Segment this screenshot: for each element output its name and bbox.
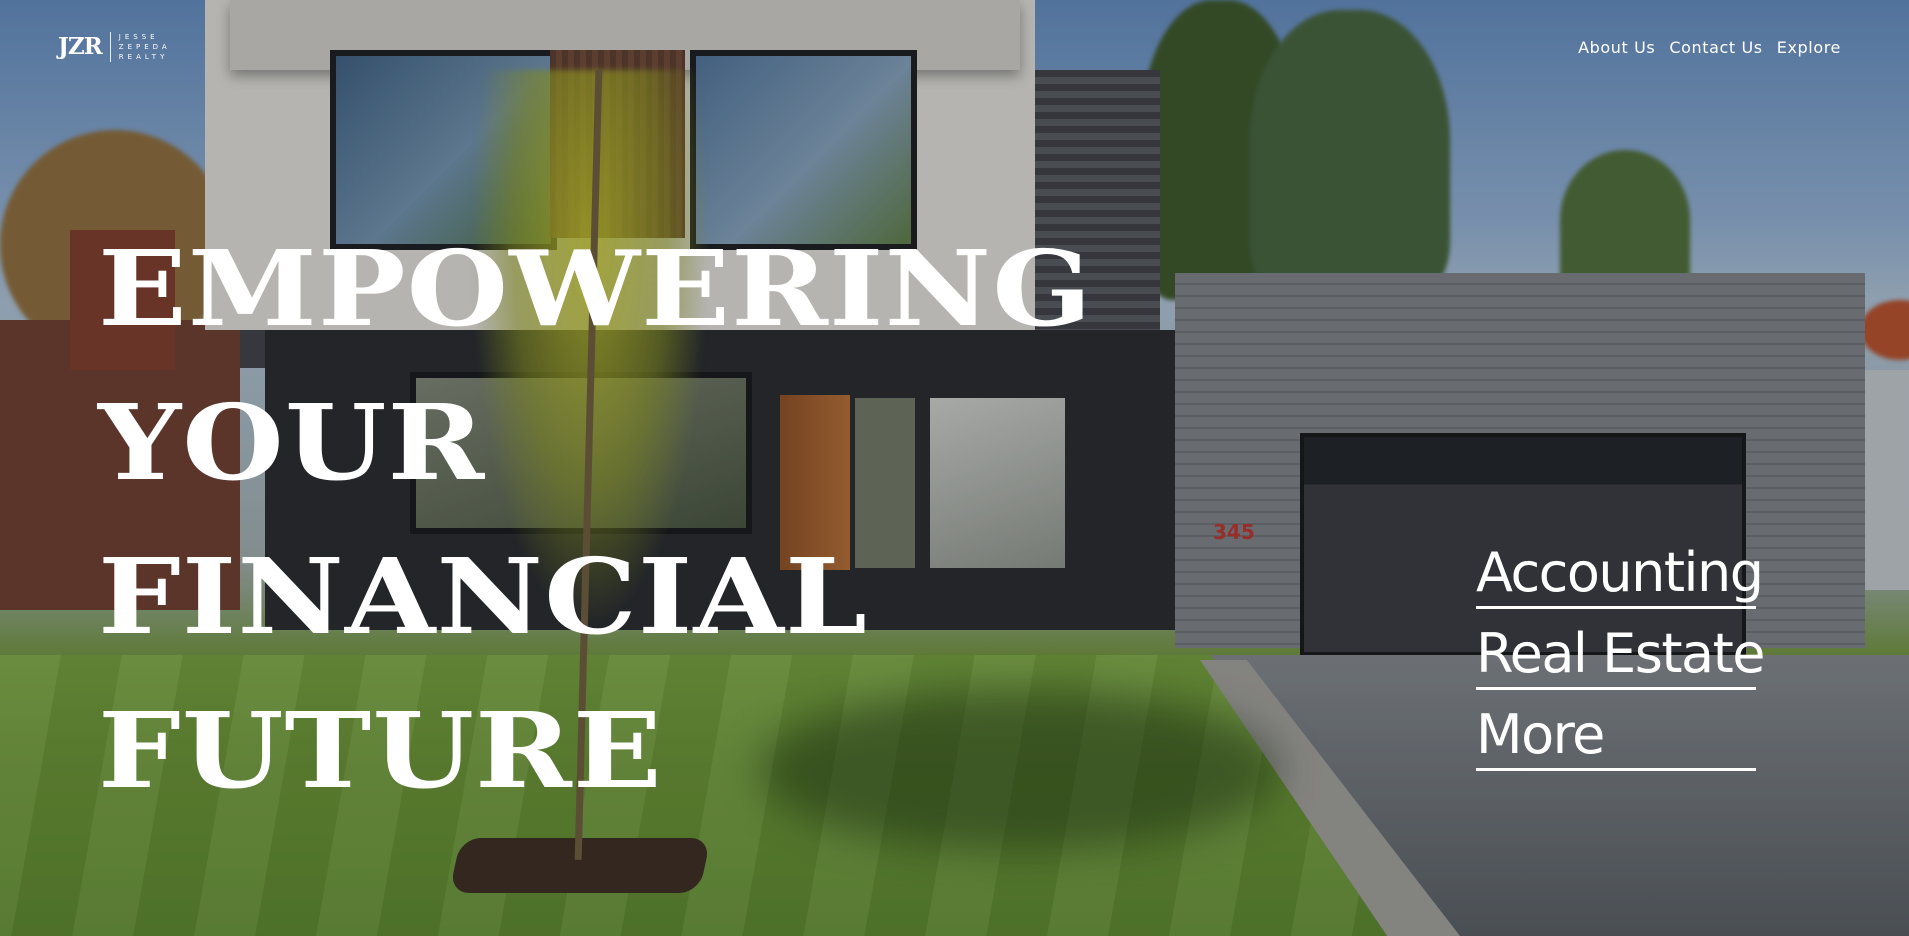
landing-page: 345 JZR JESSE ZEPEDA REALTY About Us Con… — [0, 0, 1909, 936]
service-link-accounting[interactable]: Accounting — [1476, 540, 1764, 609]
top-nav: About Us Contact Us Explore — [1578, 38, 1841, 57]
logo-mark: JZR — [58, 32, 111, 62]
nav-explore[interactable]: Explore — [1777, 38, 1841, 57]
logo-word: ZEPEDA — [118, 43, 171, 51]
logo-word: REALTY — [118, 53, 169, 61]
brand-logo[interactable]: JZR JESSE ZEPEDA REALTY — [58, 32, 171, 62]
nav-contact-us[interactable]: Contact Us — [1669, 38, 1762, 57]
headline-line: FINANCIAL — [98, 535, 869, 658]
headline-line: EMPOWERING — [98, 227, 1093, 350]
services-menu: Accounting Real Estate More — [1476, 540, 1766, 771]
headline-line: FUTURE — [98, 689, 663, 812]
service-link-more[interactable]: More — [1476, 702, 1756, 771]
headline-line: YOUR — [98, 381, 486, 504]
logo-word: JESSE — [118, 33, 159, 41]
logo-wordmark: JESSE ZEPEDA REALTY — [111, 32, 171, 62]
service-link-real-estate[interactable]: Real Estate — [1476, 621, 1766, 690]
hero-headline: EMPOWERING YOUR FINANCIAL FUTURE — [98, 212, 1092, 828]
nav-about-us[interactable]: About Us — [1578, 38, 1655, 57]
